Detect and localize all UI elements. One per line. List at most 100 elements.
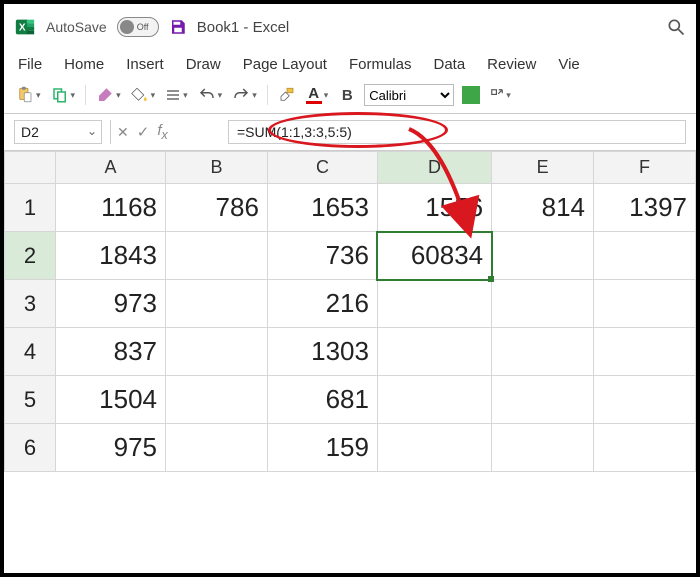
cell-E4[interactable] (492, 328, 594, 376)
cancel-icon[interactable]: ✕ (117, 124, 129, 141)
chevron-down-icon: ▾ (151, 90, 156, 101)
cell-B6[interactable] (166, 424, 268, 472)
cell-B2[interactable] (166, 232, 268, 280)
chevron-down-icon: ▾ (252, 90, 257, 101)
menu-view[interactable]: Vie (558, 56, 579, 73)
cell-A5[interactable]: 1504 (55, 376, 165, 424)
chevron-down-icon: ▾ (506, 90, 511, 101)
formula-bar: D2 ✕ ✓ fx =SUM(1:1,3:3,5:5) (4, 114, 696, 151)
col-header-C[interactable]: C (267, 152, 377, 184)
col-header-E[interactable]: E (492, 152, 594, 184)
cell-A3[interactable]: 973 (55, 280, 165, 328)
format-painter-button[interactable] (276, 83, 298, 107)
svg-text:X: X (19, 23, 26, 34)
align-button[interactable]: ▾ (163, 83, 190, 107)
paste-button[interactable]: ▾ (14, 83, 43, 107)
cell-E3[interactable] (492, 280, 594, 328)
row-header-6[interactable]: 6 (5, 424, 56, 472)
menu-home[interactable]: Home (64, 56, 104, 73)
color-swatch-icon (462, 86, 480, 104)
cell-D3[interactable] (377, 280, 491, 328)
cell-fill-swatch[interactable] (460, 83, 482, 107)
font-color-button[interactable]: A ▾ (304, 83, 331, 107)
cell-E2[interactable] (492, 232, 594, 280)
menu-file[interactable]: File (18, 56, 42, 73)
name-box-value: D2 (21, 124, 39, 140)
toggle-state: Off (137, 22, 149, 32)
autosave-label: AutoSave (46, 19, 107, 35)
chevron-down-icon: ▾ (183, 90, 188, 101)
name-box[interactable]: D2 (14, 120, 102, 144)
row-header-2[interactable]: 2 (5, 232, 56, 280)
fx-icon[interactable]: fx (157, 122, 167, 142)
cell-F4[interactable] (594, 328, 696, 376)
col-header-D[interactable]: D (377, 152, 491, 184)
cell-C4[interactable]: 1303 (267, 328, 377, 376)
cell-F2[interactable] (594, 232, 696, 280)
cells-table[interactable]: A B C D E F 1 1168 786 1653 1556 814 139… (4, 151, 696, 472)
cell-A2[interactable]: 1843 (55, 232, 165, 280)
cell-C5[interactable]: 681 (267, 376, 377, 424)
menu-data[interactable]: Data (433, 56, 465, 73)
search-icon[interactable] (666, 17, 686, 37)
bold-button[interactable]: B (336, 83, 358, 107)
cell-D5[interactable] (377, 376, 491, 424)
chevron-down-icon: ▾ (324, 90, 329, 101)
font-color-icon: A (306, 86, 322, 104)
fill-color-button[interactable]: ▾ (129, 83, 158, 107)
cell-F6[interactable] (594, 424, 696, 472)
document-title: Book1 - Excel (197, 19, 290, 36)
col-header-B[interactable]: B (166, 152, 268, 184)
chevron-down-icon: ▾ (36, 90, 41, 101)
cell-D4[interactable] (377, 328, 491, 376)
menu-formulas[interactable]: Formulas (349, 56, 412, 73)
cell-F5[interactable] (594, 376, 696, 424)
cell-C1[interactable]: 1653 (267, 184, 377, 232)
formula-input[interactable]: =SUM(1:1,3:3,5:5) (228, 120, 686, 144)
cell-A4[interactable]: 837 (55, 328, 165, 376)
col-header-F[interactable]: F (594, 152, 696, 184)
cell-B5[interactable] (166, 376, 268, 424)
row-header-5[interactable]: 5 (5, 376, 56, 424)
cell-B4[interactable] (166, 328, 268, 376)
cell-A6[interactable]: 975 (55, 424, 165, 472)
menu-review[interactable]: Review (487, 56, 536, 73)
cell-D6[interactable] (377, 424, 491, 472)
cell-B3[interactable] (166, 280, 268, 328)
menu-draw[interactable]: Draw (186, 56, 221, 73)
cell-C2[interactable]: 736 (267, 232, 377, 280)
undo-button[interactable]: ▾ (196, 83, 225, 107)
cell-E5[interactable] (492, 376, 594, 424)
cell-D2[interactable]: 60834 (377, 232, 491, 280)
cell-F1[interactable]: 1397 (594, 184, 696, 232)
autosave-toggle[interactable]: Off (117, 17, 159, 37)
chevron-down-icon: ▾ (71, 90, 76, 101)
formula-text: =SUM(1:1,3:3,5:5) (237, 124, 352, 140)
row-header-4[interactable]: 4 (5, 328, 56, 376)
toolbar: ▾ ▾ ▾ ▾ ▾ ▾ ▾ A ▾ B Calibri ▾ (4, 81, 696, 114)
redo-button[interactable]: ▾ (230, 83, 259, 107)
cell-B1[interactable]: 786 (166, 184, 268, 232)
cell-E1[interactable]: 814 (492, 184, 594, 232)
row-header-1[interactable]: 1 (5, 184, 56, 232)
chevron-down-icon: ▾ (218, 90, 223, 101)
cell-F3[interactable] (594, 280, 696, 328)
clear-button[interactable]: ▾ (94, 83, 123, 107)
chevron-down-icon: ▾ (116, 90, 121, 101)
row-header-3[interactable]: 3 (5, 280, 56, 328)
font-name-select[interactable]: Calibri (364, 84, 454, 106)
cell-E6[interactable] (492, 424, 594, 472)
enter-icon[interactable]: ✓ (137, 123, 150, 141)
cell-A1[interactable]: 1168 (55, 184, 165, 232)
save-icon[interactable] (169, 18, 187, 36)
cell-C6[interactable]: 159 (267, 424, 377, 472)
copy-button[interactable]: ▾ (49, 83, 78, 107)
menu-bar: File Home Insert Draw Page Layout Formul… (4, 50, 696, 81)
ribbon-expand-button[interactable]: ▾ (488, 83, 513, 107)
menu-page-layout[interactable]: Page Layout (243, 56, 327, 73)
select-all-corner[interactable] (5, 152, 56, 184)
menu-insert[interactable]: Insert (126, 56, 164, 73)
col-header-A[interactable]: A (55, 152, 165, 184)
cell-C3[interactable]: 216 (267, 280, 377, 328)
cell-D1[interactable]: 1556 (377, 184, 491, 232)
